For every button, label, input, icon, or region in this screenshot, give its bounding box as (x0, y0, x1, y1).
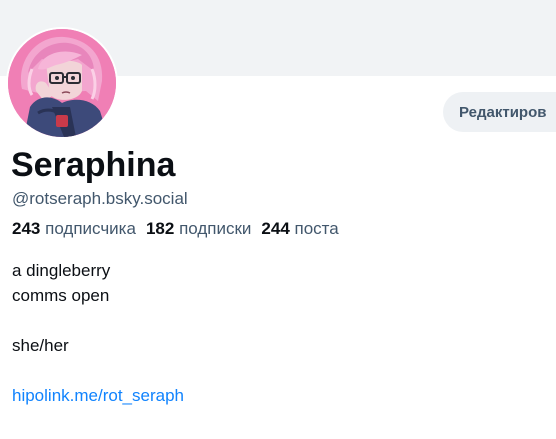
posts-stat: 244 поста (261, 219, 338, 238)
bio-line (12, 308, 184, 333)
bio-line: comms open (12, 286, 110, 305)
followers-count: 243 (12, 219, 41, 238)
avatar-illustration-icon (8, 29, 116, 137)
following-stat[interactable]: 182 подписки (146, 219, 251, 238)
following-count: 182 (145, 219, 175, 238)
following-label: подписки (179, 219, 252, 238)
bio-line (12, 358, 184, 383)
bio-line: she/her (12, 336, 69, 355)
edit-profile-button[interactable]: Редактиров (443, 92, 556, 132)
followers-stat[interactable]: 243 подписчика (12, 219, 136, 238)
profile-bio: a dingleberry comms open she/her hipolin… (12, 258, 184, 408)
posts-label: поста (294, 219, 339, 238)
profile-stats: 243 подписчика 182 подписки 244 поста (12, 218, 339, 240)
avatar[interactable] (6, 27, 118, 139)
bio-link[interactable]: hipolink.me/rot_seraph (12, 386, 184, 405)
posts-count: 244 (261, 219, 290, 238)
followers-label: подписчика (45, 219, 136, 238)
bio-line: a dingleberry (12, 261, 111, 280)
display-name: Seraphina (11, 146, 176, 184)
profile-handle[interactable]: @rotseraph.bsky.social (12, 188, 188, 210)
